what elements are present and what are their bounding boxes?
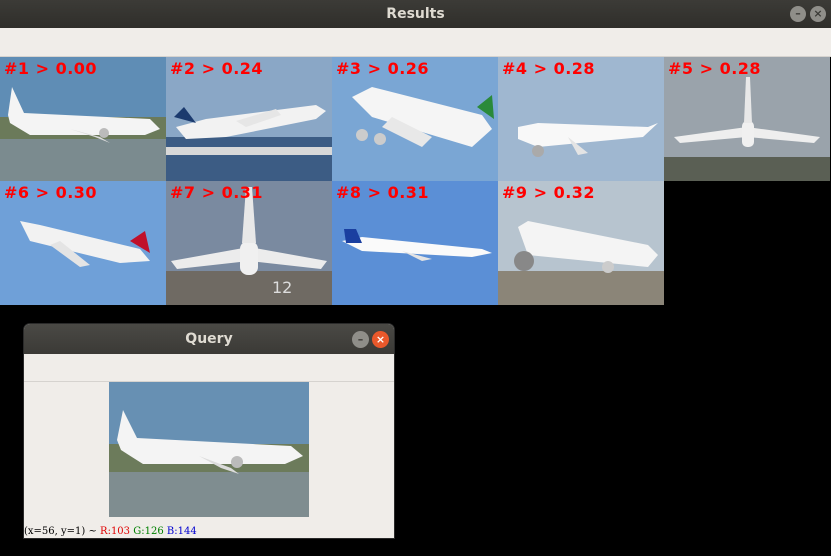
query-airplane-image[interactable] [109, 382, 309, 517]
results-grid: #1 > 0.00 #2 > 0.24 #3 > 0.26 #4 > 0.28 … [0, 57, 831, 307]
blue-value: B:144 [166, 526, 197, 537]
result-score-label: #7 > 0.31 [170, 183, 264, 202]
result-tile[interactable]: #8 > 0.31 [332, 181, 498, 305]
result-tile[interactable]: #4 > 0.28 [498, 57, 664, 181]
close-icon[interactable]: × [810, 6, 826, 22]
result-score-label: #4 > 0.28 [502, 59, 596, 78]
result-tile[interactable]: #9 > 0.32 [498, 181, 664, 305]
query-window: Query – × (x=56, y=1) ~ R:103 G:126 B:14… [24, 324, 394, 538]
results-titlebar[interactable]: Results – × [0, 0, 831, 28]
green-value: G:126 [133, 526, 164, 537]
result-score-label: #8 > 0.31 [336, 183, 430, 202]
results-toolbar [0, 28, 831, 57]
red-value: R:103 [100, 526, 131, 537]
result-tile[interactable]: #2 > 0.24 [166, 57, 332, 181]
results-title: Results [386, 6, 445, 22]
result-score-label: #6 > 0.30 [4, 183, 98, 202]
pixel-status-bar: (x=56, y=1) ~ R:103 G:126 B:144 [24, 525, 197, 538]
result-score-label: #5 > 0.28 [668, 59, 762, 78]
svg-text:12: 12 [272, 278, 292, 297]
query-toolbar [24, 354, 394, 382]
result-tile[interactable]: #1 > 0.00 [0, 57, 166, 181]
result-tile[interactable]: 12 #7 > 0.31 [166, 181, 332, 305]
query-titlebar[interactable]: Query [24, 324, 394, 354]
result-score-label: #9 > 0.32 [502, 183, 596, 202]
result-tile[interactable]: #6 > 0.30 [0, 181, 166, 305]
close-icon[interactable]: × [372, 331, 389, 348]
minimize-icon[interactable]: – [790, 6, 806, 22]
result-tile[interactable]: #3 > 0.26 [332, 57, 498, 181]
cursor-coords: (x=56, y=1) ~ [24, 526, 97, 537]
result-tile[interactable]: #5 > 0.28 [664, 57, 830, 181]
minimize-icon[interactable]: – [352, 331, 369, 348]
query-title: Query [185, 331, 233, 347]
result-score-label: #2 > 0.24 [170, 59, 264, 78]
result-score-label: #1 > 0.00 [4, 59, 98, 78]
result-score-label: #3 > 0.26 [336, 59, 430, 78]
